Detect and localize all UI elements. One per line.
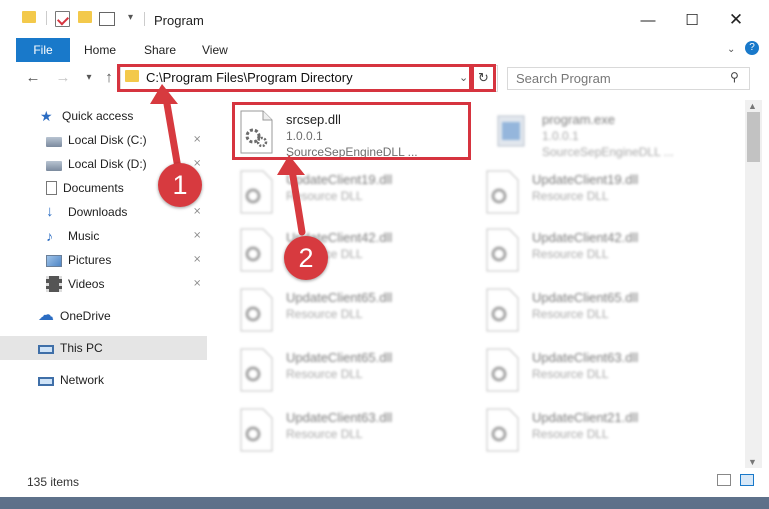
explorer-window: ▾ Program — ☐ ✕ File Home Share View ⌄ ?… xyxy=(0,0,769,497)
annotation-arrows xyxy=(150,84,306,236)
step-badge-2: 2 xyxy=(284,236,328,280)
step-badge-1: 1 xyxy=(158,163,202,207)
